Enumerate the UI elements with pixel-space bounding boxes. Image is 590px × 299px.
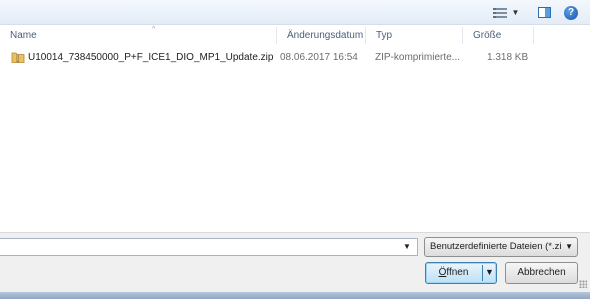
- open-button-divider: [482, 265, 483, 281]
- preview-pane-icon: [537, 7, 551, 18]
- column-header-date[interactable]: Änderungsdatum: [277, 25, 365, 46]
- file-dialog-footer: ▼ Benutzerdefinierte Dateien (*.zi ▼ Öff…: [0, 232, 590, 292]
- file-list-item[interactable]: U10014_738450000_P+F_ICE1_DIO_MP1_Update…: [0, 48, 590, 67]
- toolbar: ▼ ?: [0, 0, 590, 25]
- column-name-label: Name: [10, 30, 37, 41]
- column-header-type[interactable]: Typ: [366, 25, 462, 46]
- column-header-name[interactable]: Name: [0, 25, 276, 46]
- column-divider[interactable]: [533, 27, 534, 44]
- file-type-filter-select[interactable]: Benutzerdefinierte Dateien (*.zi ▼: [424, 237, 578, 257]
- chevron-down-icon[interactable]: ▼: [512, 8, 520, 17]
- zip-folder-icon: [11, 52, 25, 63]
- file-type-filter-label: Benutzerdefinierte Dateien (*.zi: [430, 241, 562, 252]
- filename-input[interactable]: [0, 238, 418, 256]
- chevron-down-icon: ▼: [565, 242, 573, 251]
- help-button[interactable]: ?: [560, 3, 582, 22]
- sort-ascending-icon: ^: [152, 26, 156, 33]
- file-size: 1.318 KB: [487, 52, 529, 63]
- file-name: U10014_738450000_P+F_ICE1_DIO_MP1_Update…: [28, 52, 274, 63]
- column-date-label: Änderungsdatum: [287, 30, 364, 41]
- help-icon: ?: [564, 5, 578, 20]
- filename-history-dropdown[interactable]: ▼: [403, 242, 411, 251]
- change-view-button[interactable]: ▼: [486, 3, 526, 22]
- open-button[interactable]: Öffnen ▼: [425, 262, 497, 284]
- column-type-label: Typ: [376, 30, 393, 41]
- file-type: ZIP-komprimierte...: [375, 52, 461, 63]
- open-button-label: Öffnen: [426, 263, 481, 283]
- resize-grip[interactable]: [579, 280, 587, 288]
- preview-pane-button[interactable]: [533, 3, 555, 22]
- column-header-row: Name ^ Änderungsdatum Typ Größe: [0, 25, 590, 46]
- column-header-size[interactable]: Größe: [463, 25, 533, 46]
- cancel-button[interactable]: Abbrechen: [505, 262, 578, 284]
- column-size-label: Größe: [473, 30, 502, 41]
- open-button-label-rest: ffnen: [446, 267, 469, 278]
- file-date: 08.06.2017 16:54: [280, 52, 358, 63]
- open-options-dropdown[interactable]: ▼: [485, 267, 494, 277]
- views-list-icon: [492, 7, 507, 18]
- window-bottom-edge: [0, 292, 590, 299]
